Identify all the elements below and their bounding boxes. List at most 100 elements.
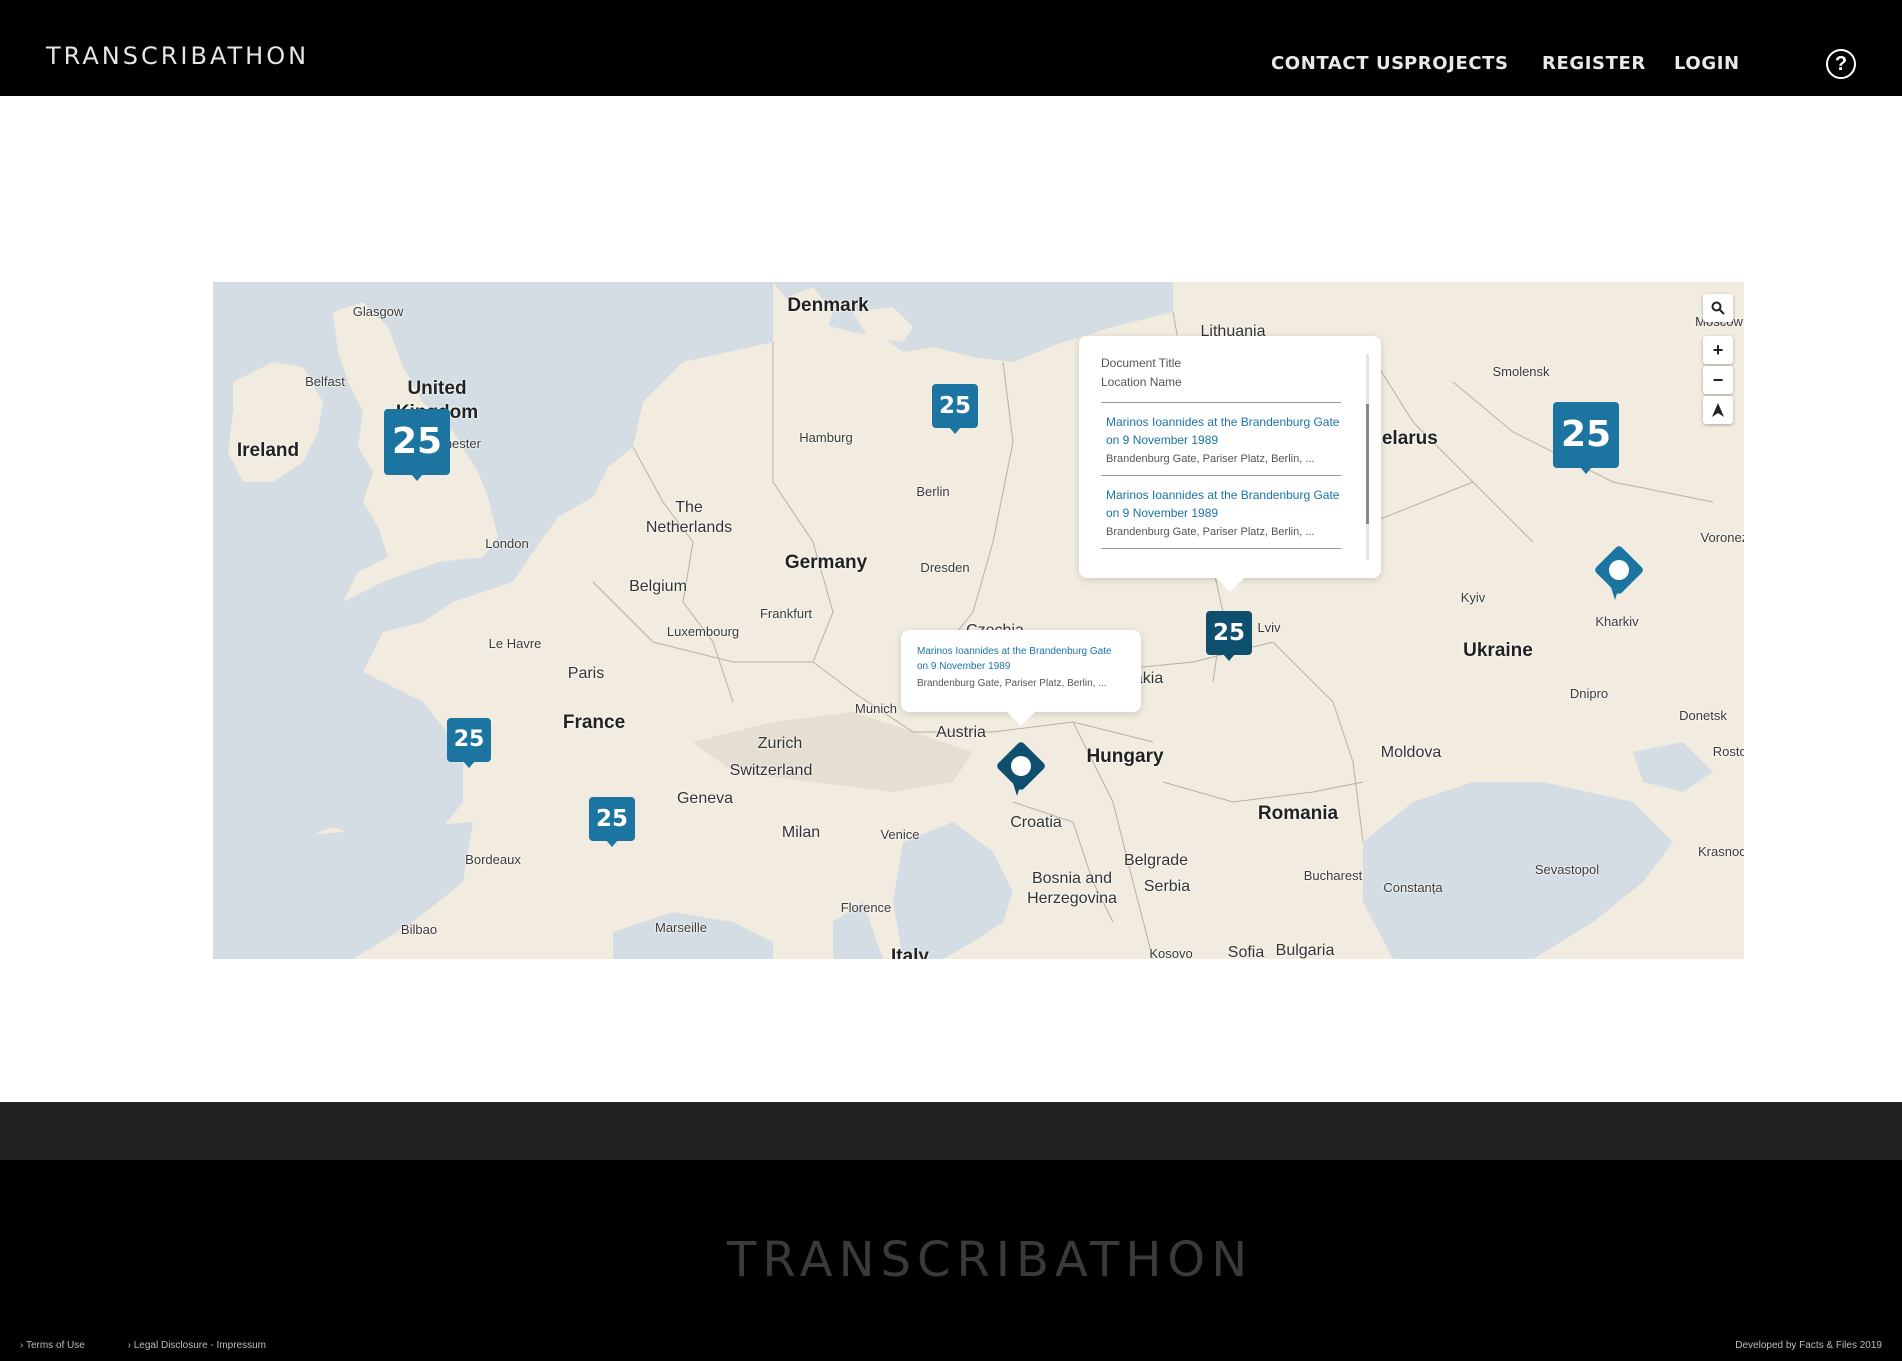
label-austria: Austria xyxy=(936,724,986,741)
label-denmark: Denmark xyxy=(787,295,869,316)
map-view[interactable]: Glasgow Belfast United Kingdom Mancheste… xyxy=(213,282,1744,959)
label-bosnia-2: Herzegovina xyxy=(1027,890,1117,907)
label-moldova: Moldova xyxy=(1380,744,1442,761)
footer-band xyxy=(0,1102,1902,1160)
search-icon xyxy=(1711,301,1725,315)
zoom-in-button[interactable]: + xyxy=(1703,336,1733,364)
label-venice: Venice xyxy=(880,827,920,842)
popup-header: Document Title Location Name xyxy=(1101,354,1341,403)
list-item[interactable]: Marinos Ioannides at the Brandenburg Gat… xyxy=(1101,476,1341,549)
cluster-marker-poland[interactable]: 25 xyxy=(1206,611,1252,661)
label-france: France xyxy=(562,712,626,733)
popup-header-title: Document Title xyxy=(1101,356,1182,370)
label-zurich: Zurich xyxy=(757,735,803,752)
footer-logo: TRANSCRIBATHON xyxy=(727,1232,1254,1288)
label-smolensk: Smolensk xyxy=(1492,364,1550,379)
label-belgrade: Belgrade xyxy=(1123,852,1189,869)
pin-tail-kharkiv xyxy=(1610,584,1620,600)
label-united-kingdom-1: United xyxy=(407,378,467,399)
cluster-marker-south-france[interactable]: 25 xyxy=(589,797,635,847)
label-voronezh: Voronezh xyxy=(1700,530,1744,545)
label-rostov: Rostov xyxy=(1712,744,1744,759)
label-bulgaria: Bulgaria xyxy=(1275,942,1335,959)
label-ireland: Ireland xyxy=(236,440,300,461)
label-berlin: Berlin xyxy=(916,484,950,499)
label-paris: Paris xyxy=(567,665,605,682)
nav-contact-us[interactable]: CONTACT US xyxy=(1271,53,1405,74)
legal-label: Legal Disclosure - Impressum xyxy=(133,1340,266,1351)
label-le-havre: Le Havre xyxy=(488,636,542,651)
footer-credit: Developed by Facts & Files 2019 xyxy=(1735,1340,1882,1351)
document-title-link[interactable]: Marinos Ioannides at the Brandenburg Gat… xyxy=(1106,413,1341,449)
help-icon[interactable]: ? xyxy=(1826,49,1856,79)
document-title-link[interactable]: Marinos Ioannides at the Brandenburg Gat… xyxy=(1106,486,1341,522)
site-footer: TRANSCRIBATHON › Terms of Use › Legal Di… xyxy=(0,1160,1902,1361)
label-milan: Milan xyxy=(781,824,821,841)
pin-tail-austria xyxy=(1012,780,1022,796)
label-florence: Florence xyxy=(840,900,892,915)
label-netherlands-2: Netherlands xyxy=(645,519,733,536)
label-kosovo: Kosovo xyxy=(1149,946,1193,959)
cluster-popup: Document Title Location Name Marinos Ioa… xyxy=(1079,336,1381,592)
popup-scrollbar[interactable] xyxy=(1366,354,1369,560)
label-romania: Romania xyxy=(1257,803,1339,824)
label-sevastopol: Sevastopol xyxy=(1534,862,1600,877)
document-icon xyxy=(1011,756,1031,776)
legal-link[interactable]: › Legal Disclosure - Impressum xyxy=(128,1340,286,1351)
label-netherlands-1: The xyxy=(675,499,703,516)
label-lviv: Lviv xyxy=(1257,620,1281,635)
label-belfast: Belfast xyxy=(305,374,345,389)
label-london: London xyxy=(485,536,529,551)
site-header: TRANSCRIBATHON CONTACT US PROJECTS REGIS… xyxy=(0,0,1902,96)
label-dnipro: Dnipro xyxy=(1569,686,1609,701)
label-bosnia-1: Bosnia and xyxy=(1031,870,1113,887)
nav-register[interactable]: REGISTER xyxy=(1542,53,1646,74)
locate-button[interactable] xyxy=(1703,396,1733,424)
cluster-marker-north-germany[interactable]: 25 xyxy=(932,384,978,434)
list-item[interactable]: Marinos Ioannides at the Brandenburg Gat… xyxy=(1101,403,1341,476)
label-geneva: Geneva xyxy=(676,790,734,807)
cluster-marker-brittany[interactable]: 25 xyxy=(447,718,491,768)
document-location: Brandenburg Gate, Pariser Platz, Berlin,… xyxy=(917,678,1107,689)
map-search-button[interactable] xyxy=(1703,294,1733,322)
label-germany: Germany xyxy=(784,552,868,573)
site-logo[interactable]: TRANSCRIBATHON xyxy=(46,42,309,70)
label-bordeaux: Bordeaux xyxy=(465,852,521,867)
label-krasnodar: Krasnodar xyxy=(1698,844,1744,859)
label-luxembourg: Luxembourg xyxy=(666,624,740,639)
terms-label: Terms of Use xyxy=(25,1340,85,1351)
label-ukraine: Ukraine xyxy=(1463,640,1533,661)
label-switzerland: Switzerland xyxy=(729,762,813,779)
label-donetsk: Donetsk xyxy=(1679,708,1727,723)
label-italy: Italy xyxy=(890,946,930,959)
document-popup: Marinos Ioannides at the Brandenburg Gat… xyxy=(901,630,1141,726)
cluster-marker-russia[interactable]: 25 xyxy=(1553,402,1619,474)
label-bilbao: Bilbao xyxy=(400,922,438,937)
nav-login[interactable]: LOGIN xyxy=(1674,53,1740,74)
label-glasgow: Glasgow xyxy=(352,304,404,319)
label-munich: Munich xyxy=(855,701,897,716)
label-kyiv: Kyiv xyxy=(1460,590,1486,605)
zoom-out-button[interactable]: − xyxy=(1703,366,1733,394)
label-dresden: Dresden xyxy=(920,560,970,575)
navigation-arrow-icon xyxy=(1712,403,1724,417)
document-title-link[interactable]: Marinos Ioannides at the Brandenburg Gat… xyxy=(917,644,1125,674)
label-marseille: Marseille xyxy=(654,920,708,935)
label-frankfurt: Frankfurt xyxy=(759,606,813,621)
document-icon xyxy=(1609,560,1629,580)
label-hamburg: Hamburg xyxy=(799,430,853,445)
label-belgium: Belgium xyxy=(629,578,687,595)
cluster-marker-uk[interactable]: 25 xyxy=(384,409,450,481)
popup-header-location: Location Name xyxy=(1101,375,1182,389)
document-location: Brandenburg Gate, Pariser Platz, Berlin,… xyxy=(1106,453,1315,465)
label-serbia: Serbia xyxy=(1143,878,1191,895)
label-croatia: Croatia xyxy=(1010,814,1062,831)
nav-projects[interactable]: PROJECTS xyxy=(1404,53,1509,74)
terms-link[interactable]: › Terms of Use xyxy=(20,1340,105,1351)
popup-scrollbar-thumb[interactable] xyxy=(1366,404,1369,524)
label-constanta: Constanța xyxy=(1383,880,1443,895)
footer-links: › Terms of Use › Legal Disclosure - Impr… xyxy=(20,1340,306,1351)
label-kharkiv: Kharkiv xyxy=(1595,614,1639,629)
document-location: Brandenburg Gate, Pariser Platz, Berlin,… xyxy=(1106,526,1315,538)
label-hungary: Hungary xyxy=(1086,746,1164,767)
